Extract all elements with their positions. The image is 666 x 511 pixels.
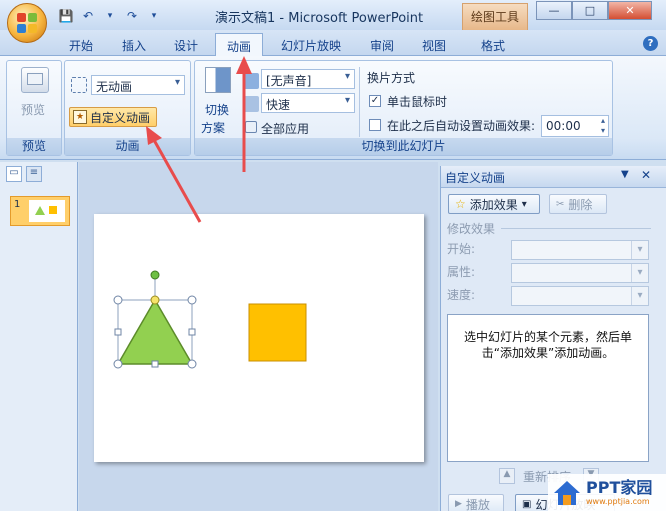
resize-handle-tr[interactable]	[187, 295, 197, 305]
speed-label: 速度:	[447, 288, 476, 302]
task-pane-header: 自定义动画 ▼ ✕	[441, 166, 666, 188]
play-button[interactable]: ▶ 播放	[448, 494, 504, 511]
office-button[interactable]	[7, 3, 47, 43]
pane-options-icon[interactable]: ▼	[621, 169, 629, 180]
square-shape[interactable]	[248, 303, 307, 362]
task-pane-title: 自定义动画	[445, 171, 506, 185]
chevron-down-icon: ▾	[521, 198, 527, 210]
modify-divider	[501, 228, 651, 229]
resize-handle-r[interactable]	[188, 328, 196, 336]
watermark-url: www.pptjia.com	[586, 497, 650, 506]
resize-handle-l[interactable]	[114, 328, 122, 336]
watermark-text-block: PPT家园 www.pptjia.com	[586, 478, 653, 507]
custom-animation-pane: 自定义动画 ▼ ✕ ☆ 添加效果 ▾ ✂ 删除 修改效果 开始: 属性: 速度:…	[440, 166, 666, 511]
star-icon: ☆	[455, 197, 466, 211]
property-dropdown[interactable]	[511, 263, 649, 283]
add-effect-button[interactable]: ☆ 添加效果 ▾	[448, 194, 540, 214]
arrow-head-up	[236, 56, 252, 74]
slideshow-icon: ▣	[522, 498, 532, 510]
resize-handle-bl[interactable]	[113, 359, 123, 369]
pane-close-icon[interactable]: ✕	[641, 168, 651, 182]
remove-button[interactable]: ✂ 删除	[549, 194, 607, 214]
modify-effect-title: 修改效果	[447, 222, 496, 236]
add-effect-label: 添加效果	[469, 197, 518, 212]
reorder-up-icon[interactable]: ▲	[499, 468, 515, 484]
watermark: PPT家园 www.pptjia.com	[548, 474, 666, 511]
speed-dropdown[interactable]	[511, 286, 649, 306]
rotate-handle[interactable]	[150, 270, 160, 280]
resize-handle-br[interactable]	[187, 359, 197, 369]
house-logo-icon	[554, 480, 580, 505]
play-label: 播放	[465, 497, 490, 511]
arrow-to-custom-animation	[152, 139, 202, 223]
play-icon: ▶	[455, 499, 462, 509]
remove-icon: ✂	[556, 198, 565, 210]
start-label: 开始:	[447, 242, 476, 256]
annotation-arrows	[146, 56, 252, 223]
property-label: 属性:	[447, 265, 476, 279]
start-dropdown[interactable]	[511, 240, 649, 260]
resize-handle-tl[interactable]	[113, 295, 123, 305]
office-logo-icon	[17, 13, 37, 33]
remove-label: 删除	[568, 197, 593, 212]
triangle-shape[interactable]	[116, 298, 194, 365]
animation-list-empty-text: 选中幻灯片的某个元素，然后单击“添加效果”添加动画。	[447, 314, 649, 462]
adjust-handle[interactable]	[150, 295, 160, 305]
watermark-title: PPT家园	[586, 478, 653, 497]
resize-handle-b[interactable]	[151, 360, 159, 368]
